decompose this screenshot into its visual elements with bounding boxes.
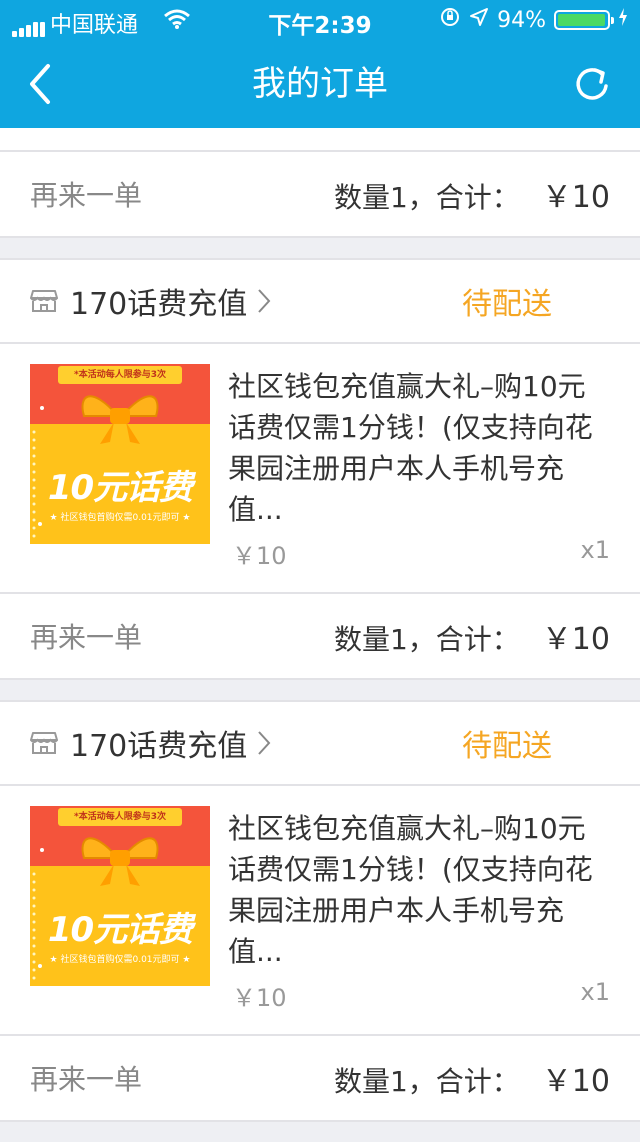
chevron-right-icon bbox=[258, 731, 271, 755]
order-status: 待配送 bbox=[462, 287, 552, 322]
refresh-icon bbox=[576, 68, 608, 100]
image-big-text: 10元话费 bbox=[47, 468, 193, 508]
reorder-button[interactable]: 再来一单 bbox=[30, 1058, 142, 1098]
shop-name: 170话费充值 bbox=[70, 287, 248, 322]
refresh-button[interactable] bbox=[572, 64, 612, 104]
order-total: 数量1，合计： ￥10 bbox=[334, 614, 610, 658]
item-price: ￥10 bbox=[232, 984, 287, 1012]
battery-icon bbox=[554, 10, 614, 30]
header: 中国联通 下午2:39 94% 我的订单 bbox=[0, 0, 640, 128]
shop-header[interactable]: 170话费充值 待配送 bbox=[0, 702, 640, 784]
total-price: ￥10 bbox=[541, 180, 610, 215]
item-quantity: x1 bbox=[580, 536, 610, 564]
item-title: 社区钱包充值赢大礼–购10元话费仅需1分钱！(仅支持向花果园注册用户本人手机号充… bbox=[228, 370, 593, 526]
image-banner-text: *本活动每人限参与3次 bbox=[74, 370, 166, 380]
order-total: 数量1，合计： ￥10 bbox=[334, 1056, 610, 1100]
qty-total-label: 数量1，合计： bbox=[333, 181, 520, 214]
image-sub-text: ★ 社区钱包首购仅需0.01元即可 ★ bbox=[49, 513, 191, 523]
item-price: ￥10 bbox=[232, 542, 287, 570]
order-list: 再来一单 数量1，合计： ￥10 170话费充值 待配送 *本活动每人限参与3次… bbox=[0, 128, 640, 1142]
shop-header[interactable]: 170话费充值 待配送 bbox=[0, 260, 640, 342]
rotation-lock-icon bbox=[439, 6, 461, 34]
order-item[interactable]: *本活动每人限参与3次 10元话费 ★ 社区钱包首购仅需0.01元即可 ★ 社区… bbox=[0, 786, 640, 1034]
reorder-button[interactable]: 再来一单 bbox=[30, 616, 142, 656]
reorder-button[interactable]: 再来一单 bbox=[30, 174, 142, 214]
qty-total-label: 数量1，合计： bbox=[333, 1065, 520, 1098]
order-footer: 再来一单 数量1，合计： ￥10 bbox=[0, 1036, 640, 1120]
order-footer: 再来一单 数量1，合计： ￥10 bbox=[0, 594, 640, 678]
previous-order-top bbox=[0, 128, 640, 150]
qty-total-label: 数量1，合计： bbox=[333, 623, 520, 656]
shop-icon bbox=[30, 290, 58, 312]
image-sub-text: ★ 社区钱包首购仅需0.01元即可 ★ bbox=[49, 955, 191, 965]
product-image: *本活动每人限参与3次 10元话费 ★ 社区钱包首购仅需0.01元即可 ★ bbox=[30, 806, 210, 986]
navbar: 我的订单 bbox=[0, 40, 640, 128]
status-bar: 中国联通 下午2:39 94% bbox=[0, 0, 640, 40]
item-title: 社区钱包充值赢大礼–购10元话费仅需1分钱！(仅支持向花果园注册用户本人手机号充… bbox=[228, 812, 593, 968]
order-total: 数量1，合计： ￥10 bbox=[334, 172, 610, 216]
location-icon bbox=[469, 7, 489, 33]
battery-percent: 94% bbox=[497, 7, 546, 33]
order-footer: 再来一单 数量1，合计： ￥10 bbox=[0, 152, 640, 236]
image-banner-text: *本活动每人限参与3次 bbox=[74, 812, 166, 822]
product-image: *本活动每人限参与3次 10元话费 ★ 社区钱包首购仅需0.01元即可 ★ bbox=[30, 364, 210, 544]
item-quantity: x1 bbox=[580, 978, 610, 1006]
total-price: ￥10 bbox=[541, 622, 610, 657]
shop-icon bbox=[30, 732, 58, 754]
order-status: 待配送 bbox=[462, 729, 552, 764]
chevron-right-icon bbox=[258, 289, 271, 313]
charging-icon bbox=[618, 7, 628, 33]
total-price: ￥10 bbox=[541, 1064, 610, 1099]
image-big-text: 10元话费 bbox=[47, 910, 193, 950]
order-item[interactable]: *本活动每人限参与3次 10元话费 ★ 社区钱包首购仅需0.01元即可 ★ 社区… bbox=[0, 344, 640, 592]
page-title: 我的订单 bbox=[252, 64, 388, 104]
shop-name: 170话费充值 bbox=[70, 729, 248, 764]
